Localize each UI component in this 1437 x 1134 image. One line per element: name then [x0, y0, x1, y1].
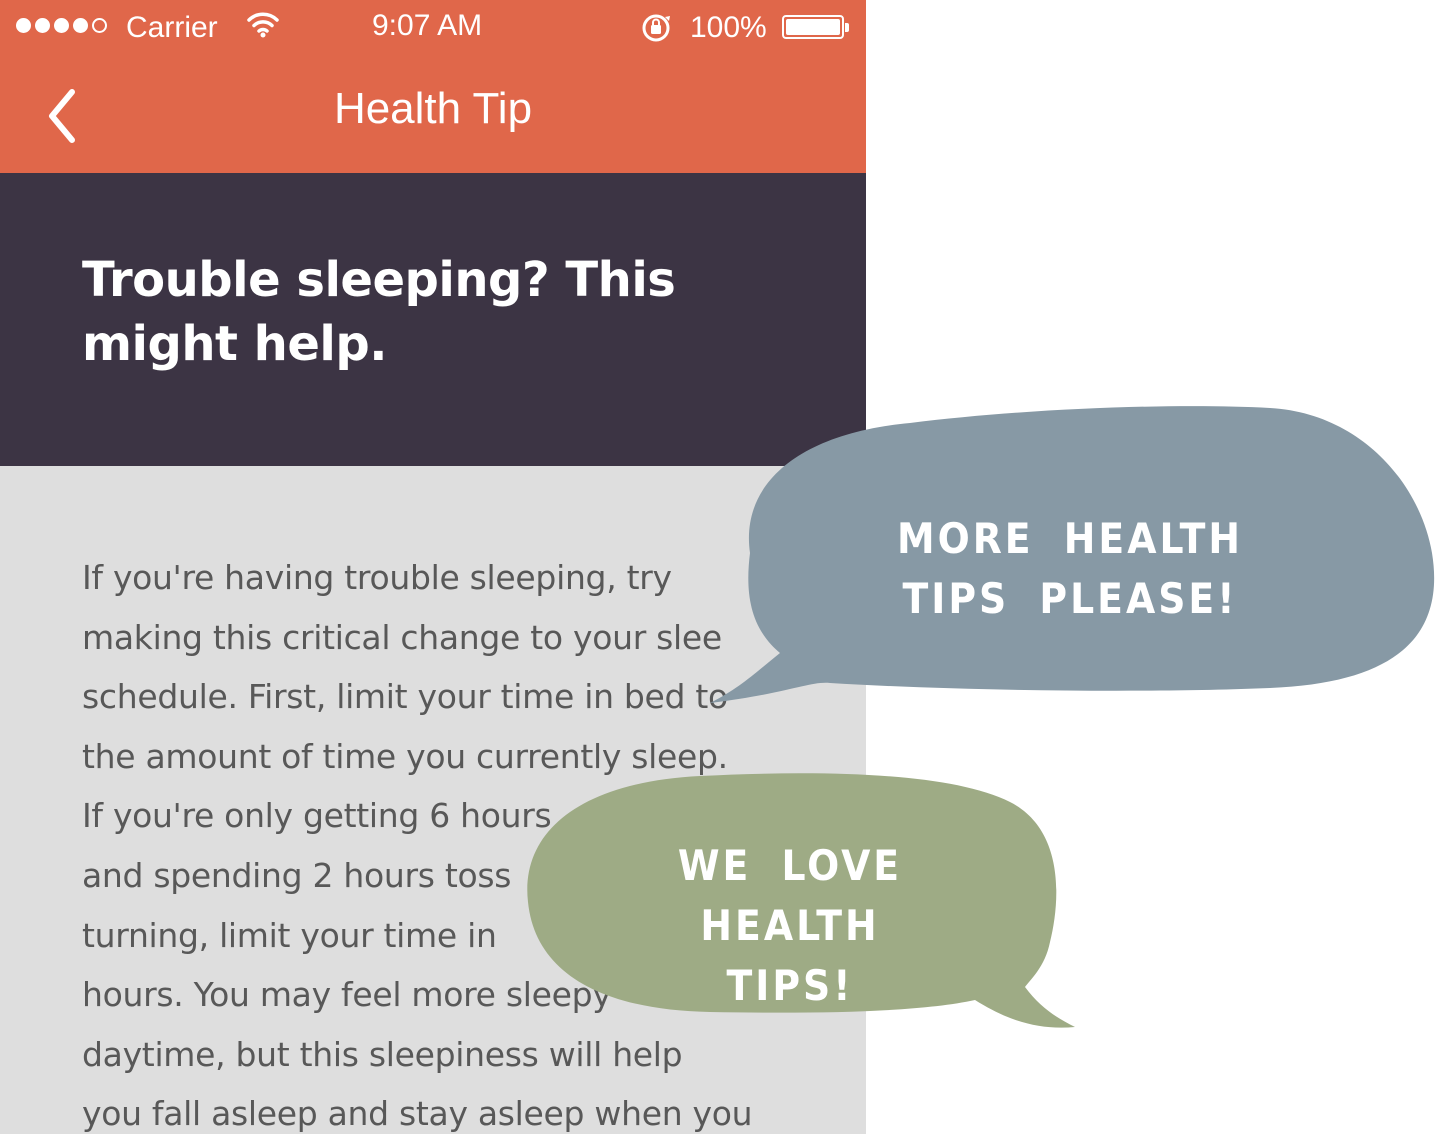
rotation-lock-icon — [640, 12, 674, 52]
status-time: 9:07 AM — [372, 9, 483, 42]
body-line: making this critical change to your slee — [82, 617, 722, 657]
speech-bubble-love-tips: We love health tips! — [520, 772, 1080, 1032]
battery-percentage: 100% — [690, 11, 767, 44]
signal-strength-icon — [16, 18, 107, 33]
bubble-text: More health tips please! — [896, 514, 1243, 623]
wifi-icon — [246, 10, 280, 48]
speech-bubble-more-tips: More health tips please! — [710, 403, 1437, 703]
battery-icon — [782, 15, 844, 39]
status-bar: Carrier 9:07 AM 100% — [0, 0, 866, 58]
body-line: daytime, but this sleepiness will help — [82, 1034, 683, 1074]
navigation-bar: Health Tip — [0, 58, 866, 173]
body-line: schedule. First, limit your time in bed … — [82, 677, 728, 717]
carrier-label: Carrier — [126, 11, 218, 44]
page-title: Health Tip — [333, 84, 533, 133]
bubble-text: We love health tips! — [677, 841, 903, 1010]
body-line: If you're having trouble sleeping, try — [82, 558, 672, 597]
body-line: you fall asleep and stay asleep when you — [82, 1094, 753, 1134]
article-title: Trouble sleeping? This might help. — [82, 252, 676, 372]
